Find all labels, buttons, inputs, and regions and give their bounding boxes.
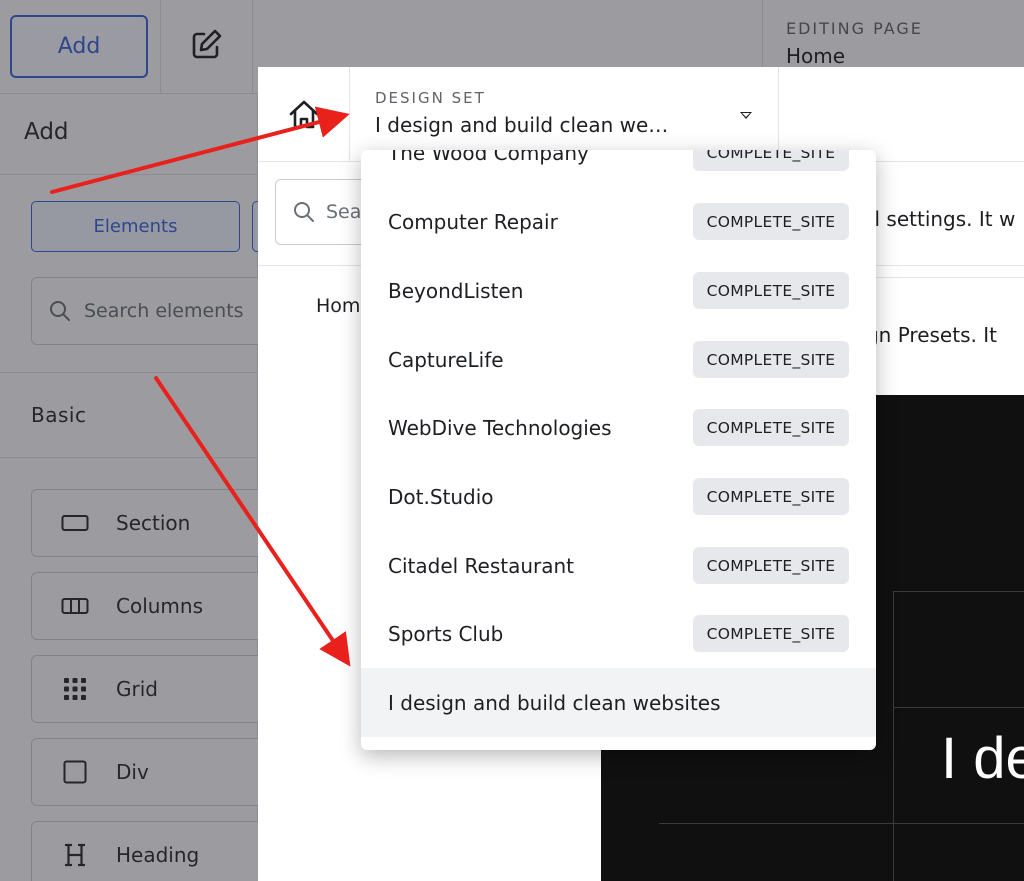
- dropdown-option[interactable]: BeyondListen COMPLETE_SITE: [361, 256, 876, 325]
- dropdown-option[interactable]: Citadel Restaurant COMPLETE_SITE: [361, 531, 876, 600]
- modal-header: DESIGN SET I design and build clean we…: [258, 67, 1024, 162]
- option-badge: COMPLETE_SITE: [693, 341, 849, 378]
- preview-heading: I de: [941, 726, 1024, 791]
- option-name: BeyondListen: [388, 278, 524, 303]
- header-divider: [778, 67, 779, 162]
- option-badge: COMPLETE_SITE: [693, 409, 849, 446]
- page-link-home[interactable]: Hom: [316, 295, 360, 317]
- dropdown-option[interactable]: Dot.Studio COMPLETE_SITE: [361, 462, 876, 531]
- preview-gridline: [893, 707, 1024, 708]
- option-badge: COMPLETE_SITE: [693, 547, 849, 584]
- option-name: Computer Repair: [388, 209, 558, 234]
- option-badge: COMPLETE_SITE: [693, 203, 849, 240]
- dropdown-option-selected[interactable]: I design and build clean websites: [361, 668, 876, 737]
- design-set-dropdown: The Wood Company COMPLETE_SITE Computer …: [361, 150, 876, 750]
- option-name: I design and build clean websites: [388, 690, 721, 715]
- option-badge: COMPLETE_SITE: [693, 150, 849, 171]
- modal-search-placeholder: Sea: [326, 201, 362, 223]
- option-badge: COMPLETE_SITE: [693, 272, 849, 309]
- home-button[interactable]: [258, 67, 350, 162]
- dropdown-option[interactable]: Sports Club COMPLETE_SITE: [361, 599, 876, 668]
- option-name: CaptureLife: [388, 347, 504, 372]
- preview-gridline: [893, 591, 894, 881]
- option-name: Citadel Restaurant: [388, 553, 575, 578]
- design-set-select[interactable]: I design and build clean we…: [375, 113, 668, 137]
- option-name: Dot.Studio: [388, 484, 494, 509]
- option-name: The Wood Company: [388, 150, 589, 165]
- search-icon: [294, 202, 314, 222]
- preview-gridline: [659, 823, 1024, 824]
- chevron-down-icon[interactable]: [740, 112, 752, 119]
- home-icon: [289, 100, 318, 128]
- design-set-caption: DESIGN SET: [375, 89, 486, 107]
- dropdown-option[interactable]: CaptureLife COMPLETE_SITE: [361, 325, 876, 394]
- option-badge: COMPLETE_SITE: [693, 615, 849, 652]
- option-name: WebDive Technologies: [388, 415, 612, 440]
- divider: [850, 277, 1024, 278]
- dropdown-option[interactable]: Computer Repair COMPLETE_SITE: [361, 187, 876, 256]
- dropdown-option[interactable]: The Wood Company COMPLETE_SITE: [361, 150, 876, 187]
- option-badge: COMPLETE_SITE: [693, 478, 849, 515]
- option-name: Sports Club: [388, 621, 504, 646]
- preview-gridline: [893, 591, 1024, 592]
- dropdown-option[interactable]: WebDive Technologies COMPLETE_SITE: [361, 393, 876, 462]
